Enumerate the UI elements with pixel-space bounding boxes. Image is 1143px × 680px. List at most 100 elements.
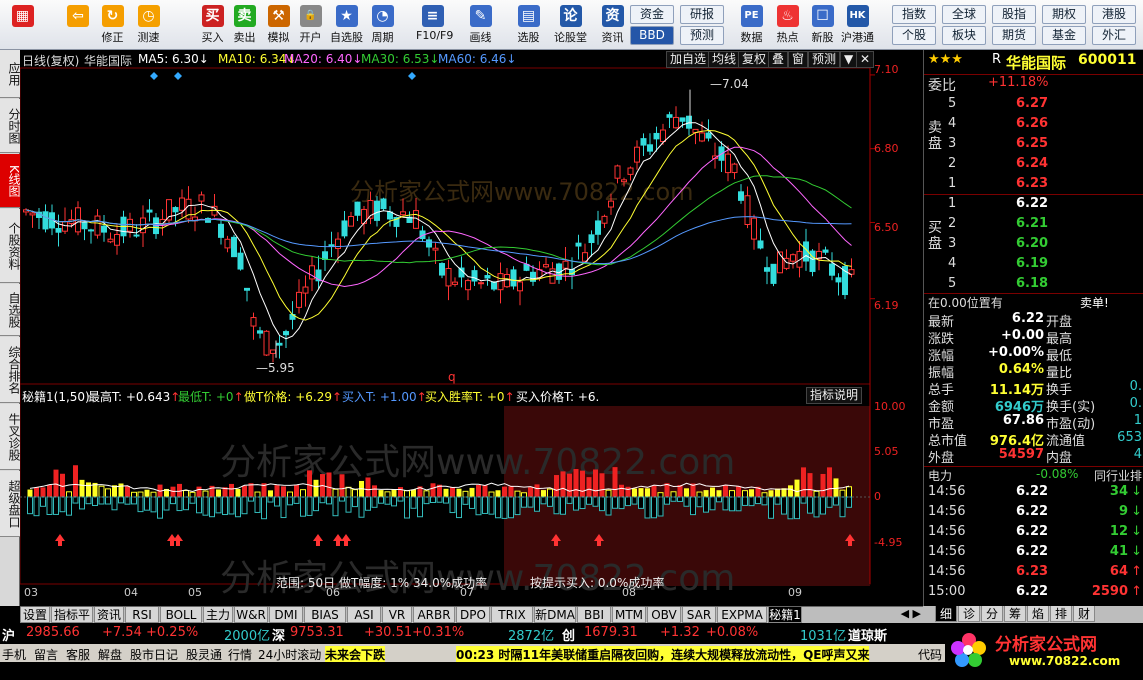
indicator-tab-7[interactable]: DMI <box>269 607 303 623</box>
indicator-tab-11[interactable]: ARBR <box>413 607 455 623</box>
tab-timeshare[interactable]: 分时图 <box>0 99 21 153</box>
sell-level-row[interactable]: 2 6.24 <box>924 156 1143 176</box>
market-button-7[interactable]: 期货 <box>992 26 1036 45</box>
window-button[interactable]: 窗 <box>788 51 809 68</box>
market-button-6[interactable]: 板块 <box>942 26 986 45</box>
toolbar-button-14[interactable]: 资资讯 <box>596 3 629 47</box>
toolbar-button-15[interactable]: PE 数据 <box>735 3 768 47</box>
toolbar-button-16[interactable]: ♨ 热点 <box>771 3 804 47</box>
market-button-5[interactable]: 个股 <box>892 26 936 45</box>
forecast-button[interactable]: 预测 <box>680 26 724 45</box>
tab-watchlist[interactable]: 自选股 <box>0 284 21 336</box>
news-link-4[interactable]: 股市日记 <box>130 646 178 663</box>
chart-canvas[interactable]: 分析家公式网www.70822.com分析家公式网www.70822.com分析… <box>20 50 923 606</box>
news-link-0[interactable]: 手机 <box>2 646 26 663</box>
market-button-8[interactable]: 基金 <box>1042 26 1086 45</box>
news-link-3[interactable]: 解盘 <box>98 646 122 663</box>
indicator-tab-19[interactable]: EXPMA <box>717 607 767 623</box>
buy-level-row[interactable]: 4 6.19 <box>924 256 1143 276</box>
indicator-tab-6[interactable]: W&R <box>234 607 268 623</box>
indicator-tab-3[interactable]: RSI <box>125 607 159 623</box>
indicator-tab-12[interactable]: DPO <box>456 607 490 623</box>
right-tab-2[interactable]: 分 <box>981 606 1003 622</box>
news-link-1[interactable]: 留言 <box>34 646 58 663</box>
indicator-tab-14[interactable]: 新DMA <box>534 607 576 623</box>
right-tab-1[interactable]: 诊 <box>958 606 980 622</box>
indicator-tab-13[interactable]: TRIX <box>491 607 533 623</box>
indicator-tab-18[interactable]: SAR <box>682 607 716 623</box>
close-icon[interactable]: ✕ <box>856 51 875 68</box>
indicator-tab-0[interactable]: 设置 <box>20 607 50 623</box>
news-link-2[interactable]: 客服 <box>66 646 90 663</box>
right-tab-6[interactable]: 财 <box>1073 606 1095 622</box>
tab-super-quote[interactable]: 超级盘口 <box>0 471 21 537</box>
market-button-9[interactable]: 外汇 <box>1092 26 1136 45</box>
toolbar-button-7[interactable]: 🔒 开户 <box>294 3 327 47</box>
news-link-7[interactable]: 24小时滚动 <box>258 646 321 663</box>
tab-scroll-arrows[interactable]: ◀ ▶ <box>901 607 921 620</box>
market-button-1[interactable]: 全球 <box>942 5 986 24</box>
toolbar-button-6[interactable]: ⚒ 模拟 <box>262 3 295 47</box>
toolbar-button-18[interactable]: HK 沪港通 <box>841 3 874 47</box>
news-link-6[interactable]: 行情 <box>228 646 252 663</box>
toolbar-icon-button-0[interactable]: ▦ <box>6 3 39 47</box>
toolbar-button-9[interactable]: ◔ 周期 <box>366 3 399 47</box>
dropdown-arrow-icon[interactable]: ▼ <box>840 51 858 68</box>
news-headline[interactable]: 00:23 时隔11年美联储重启隔夜回购，连续大规模释放流动性，QE呼声又来 <box>456 646 870 663</box>
indicator-tab-10[interactable]: VR <box>382 607 412 623</box>
toolbar-button-4[interactable]: 买买入 <box>196 3 229 47</box>
right-tab-0[interactable]: 细 <box>935 606 957 622</box>
sell-level-row[interactable]: 4 6.26 <box>924 116 1143 136</box>
indicator-tab-16[interactable]: MTM <box>612 607 646 623</box>
sell-level-row[interactable]: 3 6.25 <box>924 136 1143 156</box>
add-watchlist-button[interactable]: 加自选 <box>666 51 711 68</box>
market-button-0[interactable]: 指数 <box>892 5 936 24</box>
kline-chart[interactable]: 分析家公式网www.70822.com 分析家公式网www.70822.com 分析… <box>20 50 923 606</box>
toolbar-button-10[interactable]: ≡ F10/F9 <box>416 3 453 47</box>
market-button-3[interactable]: 期权 <box>1042 5 1086 24</box>
indicator-tab-4[interactable]: BOLL <box>160 607 202 623</box>
buy-level-row[interactable]: 3 6.20 <box>924 236 1143 256</box>
buy-level-row[interactable]: 2 6.21 <box>924 216 1143 236</box>
toolbar-button-11[interactable]: ✎ 画线 <box>464 3 497 47</box>
toolbar-button-17[interactable]: ☐ 新股 <box>806 3 839 47</box>
toolbar-button-12[interactable]: ▤ 选股 <box>512 3 545 47</box>
indicator-tab-5[interactable]: 主力 <box>203 607 233 623</box>
ma-button[interactable]: 均线 <box>708 51 741 68</box>
toolbar-icon-button-1[interactable]: ⇦ <box>58 3 98 47</box>
indicator-help-button[interactable]: 指标说明 <box>806 387 863 404</box>
market-button-2[interactable]: 股指 <box>992 5 1036 24</box>
right-tab-4[interactable]: 焰 <box>1027 606 1049 622</box>
toolbar-button-3[interactable]: ◷ 测速 <box>132 3 165 47</box>
overlay-button[interactable]: 叠 <box>768 51 789 68</box>
indicator-tab-2[interactable]: 资讯 <box>94 607 124 623</box>
bbd-button[interactable]: BBD <box>630 26 674 45</box>
indicator-tab-8[interactable]: BIAS <box>304 607 346 623</box>
indicator-tab-15[interactable]: BBI <box>577 607 611 623</box>
tab-kline[interactable]: K线图 <box>0 154 21 208</box>
adjust-button[interactable]: 复权 <box>738 51 771 68</box>
tab-stock-info[interactable]: 个股资料 <box>0 209 21 283</box>
forecast-chart-button[interactable]: 预测 <box>808 51 841 68</box>
indicator-tab-1[interactable]: 指标平台 <box>51 607 93 638</box>
tab-diagnosis[interactable]: 牛叉诊股 <box>0 404 21 470</box>
indicator-tab-9[interactable]: ASI <box>347 607 381 623</box>
research-button[interactable]: 研报 <box>680 5 724 24</box>
indicator-tab-17[interactable]: OBV <box>647 607 681 623</box>
toolbar-button-13[interactable]: 论论股堂 <box>554 3 587 47</box>
tab-apps[interactable]: 应用 <box>0 50 21 98</box>
right-tab-5[interactable]: 排 <box>1050 606 1072 622</box>
news-headline-short[interactable]: 未来会下跌 <box>325 646 386 663</box>
toolbar-button-5[interactable]: 卖卖出 <box>228 3 261 47</box>
sell-level-row[interactable]: 1 6.23 <box>924 176 1143 196</box>
sell-level-row[interactable]: 5 6.27 <box>924 96 1143 116</box>
toolbar-button-2[interactable]: ↻ 修正 <box>96 3 129 47</box>
tab-ranking[interactable]: 综合排名 <box>0 337 21 403</box>
news-link-5[interactable]: 股灵通 <box>186 646 222 663</box>
right-tab-3[interactable]: 筹 <box>1004 606 1026 622</box>
market-button-4[interactable]: 港股 <box>1092 5 1136 24</box>
buy-level-row[interactable]: 1 6.22 <box>924 196 1143 216</box>
fund-button[interactable]: 资金 <box>630 5 674 24</box>
indicator-tab-20[interactable]: 秘籍1 <box>768 607 802 623</box>
toolbar-button-8[interactable]: ★ 自选股 <box>330 3 363 47</box>
